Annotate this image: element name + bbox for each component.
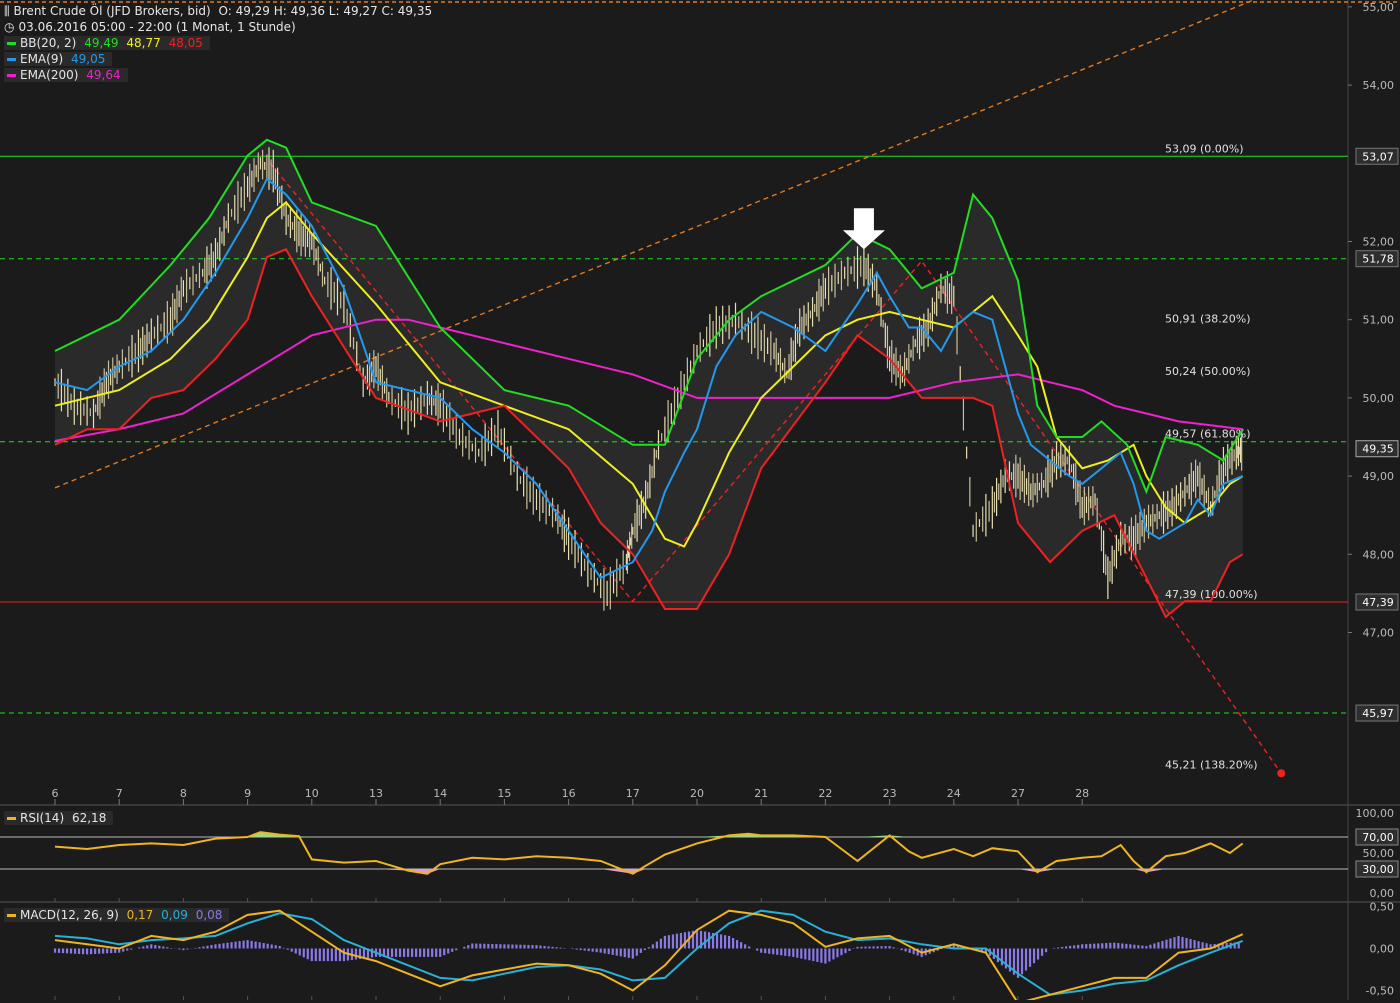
x-tick-label: 27 — [1011, 787, 1025, 800]
x-tick-label: 28 — [1075, 787, 1089, 800]
time-range: 03.06.2016 05:00 - 22:00 (1 Monat, 1 Stu… — [18, 20, 296, 34]
y-tick-label: 52,00 — [1363, 235, 1395, 248]
macd-y-tick-label: 0,50 — [1370, 901, 1395, 914]
legend-bb[interactable]: BB(20, 2) 49,49 48,77 48,05 — [4, 36, 210, 50]
rsi-y-tick-label: 50,00 — [1363, 847, 1395, 860]
legend-ema9[interactable]: EMA(9) 49,05 — [4, 52, 113, 66]
legend-ema200-label: EMA(200) — [20, 68, 79, 82]
rsi-y-tick-label: 0,00 — [1370, 887, 1395, 900]
legend-swatch-ema200 — [7, 74, 16, 77]
header-line-2: ◷ 03.06.2016 05:00 - 22:00 (1 Monat, 1 St… — [4, 20, 300, 34]
y-tick-label: 50,00 — [1363, 392, 1395, 405]
x-tick-label: 17 — [626, 787, 640, 800]
level-label: 45,21 (138.20%) — [1165, 758, 1258, 771]
level-label: 50,91 (38.20%) — [1165, 313, 1251, 326]
y-tick-label: 47,00 — [1363, 626, 1395, 639]
y-tick-label: 54,00 — [1363, 79, 1395, 92]
x-tick-label: 7 — [116, 787, 123, 800]
y-tick-label: 55,00 — [1363, 1, 1395, 14]
legend-macd[interactable]: MACD(12, 26, 9) 0,17 0,09 0,08 — [4, 908, 230, 922]
x-tick-label: 23 — [883, 787, 897, 800]
legend-macd-label: MACD(12, 26, 9) — [20, 908, 119, 922]
x-tick-label: 21 — [754, 787, 768, 800]
x-tick-label: 20 — [690, 787, 704, 800]
legend-signal-value: 0,09 — [161, 908, 188, 922]
legend-ema200[interactable]: EMA(200) 49,64 — [4, 68, 128, 82]
x-tick-label: 8 — [180, 787, 187, 800]
instrument-title: Brent Crude Öl (JFD Brokers, bid) — [13, 4, 211, 18]
clock-icon: ◷ — [4, 20, 15, 34]
rsi-level-tag: 70,00 — [1362, 831, 1394, 844]
x-tick-label: 22 — [818, 787, 832, 800]
header-line-1: ⫼ Brent Crude Öl (JFD Brokers, bid) O: 49… — [4, 4, 436, 19]
y-tick-label: 49,00 — [1363, 470, 1395, 483]
macd-y-tick-label: -0,50 — [1366, 985, 1394, 998]
x-tick-label: 9 — [244, 787, 251, 800]
level-tag: 45,97 — [1362, 707, 1394, 720]
legend-rsi[interactable]: RSI(14) 62,18 — [4, 811, 114, 825]
legend-swatch-ema9 — [7, 58, 16, 61]
legend-ema9-value: 49,05 — [70, 52, 106, 66]
x-tick-label: 14 — [433, 787, 447, 800]
legend-swatch-macd — [7, 914, 16, 917]
legend-ema200-value: 49,64 — [86, 68, 121, 82]
macd-y-tick-label: 0,00 — [1370, 943, 1395, 956]
chart-svg: 6 7 8 9 10 13 14 15 16 17 20 21 22 23 24 27 28 55,00 54,00… — [0, 0, 1400, 1003]
level-tag: 53,07 — [1362, 150, 1394, 163]
legend-swatch-bb — [7, 42, 16, 45]
y-tick-label: 51,00 — [1363, 314, 1395, 327]
rsi-y-tick-label: 100,00 — [1356, 807, 1395, 820]
chart-root: 6 7 8 9 10 13 14 15 16 17 20 21 22 23 24 27 28 55,00 54,00… — [0, 0, 1400, 1003]
level-label: 53,09 (0.00%) — [1165, 142, 1244, 155]
y-tick-label: 48,00 — [1363, 548, 1395, 561]
legend-rsi-value: 62,18 — [71, 811, 107, 825]
bars-icon: ⫼ — [4, 4, 10, 18]
legend-rsi-label: RSI(14) — [20, 811, 65, 825]
legend-bb-mid: 48,77 — [126, 36, 161, 50]
x-tick-label: 15 — [497, 787, 511, 800]
x-tick-label: 16 — [562, 787, 576, 800]
x-tick-label: 13 — [369, 787, 383, 800]
price-tag: 49,35 — [1362, 443, 1394, 456]
legend-macd-value: 0,17 — [126, 908, 154, 922]
legend-hist-value: 0,08 — [195, 908, 223, 922]
level-tag: 51,78 — [1362, 253, 1394, 266]
projection-end-dot — [1277, 769, 1286, 778]
legend-bb-lower: 48,05 — [168, 36, 203, 50]
level-tag: 47,39 — [1362, 596, 1394, 609]
x-tick-label: 6 — [52, 787, 59, 800]
x-tick-label: 10 — [305, 787, 319, 800]
x-tick-label: 24 — [947, 787, 961, 800]
level-label: 50,24 (50.00%) — [1165, 365, 1251, 378]
ohlc-readout: O: 49,29 H: 49,36 L: 49,27 C: 49,35 — [218, 4, 433, 18]
rsi-level-tag: 30,00 — [1362, 863, 1394, 876]
legend-bb-label: BB(20, 2) — [20, 36, 77, 50]
legend-ema9-label: EMA(9) — [20, 52, 64, 66]
legend-swatch-rsi — [7, 817, 16, 820]
legend-bb-upper: 49,49 — [84, 36, 119, 50]
